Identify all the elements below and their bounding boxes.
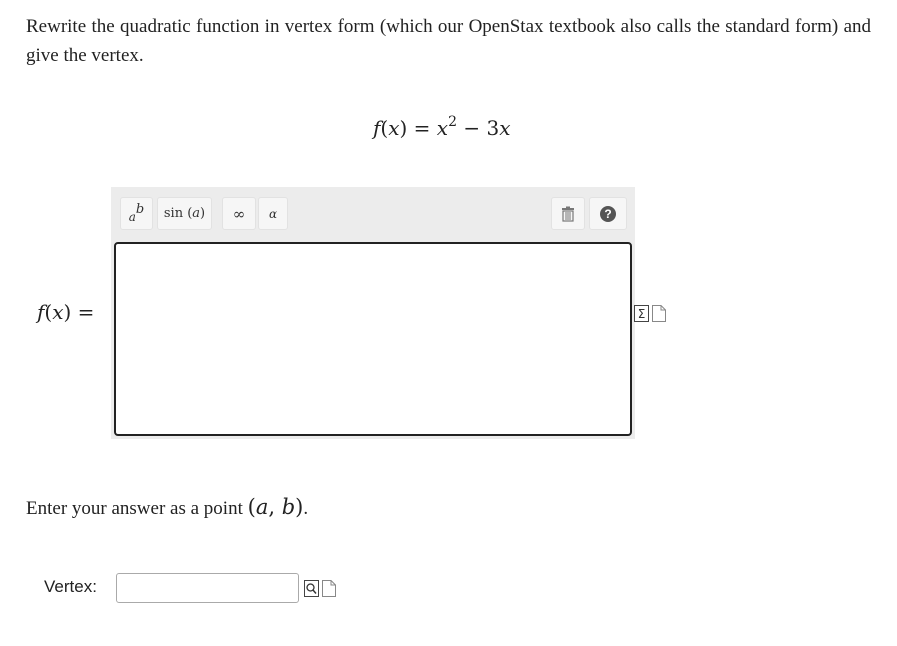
quadratic-variable: x bbox=[436, 116, 449, 140]
preview-icon[interactable] bbox=[304, 580, 319, 597]
point-b: b bbox=[281, 495, 296, 519]
infinity-button[interactable]: ∞ bbox=[222, 197, 256, 230]
linear-coefficient: 3 bbox=[486, 116, 500, 140]
vertex-tools bbox=[304, 580, 336, 597]
answer-label: f(x) = bbox=[37, 300, 95, 324]
vertex-input[interactable] bbox=[116, 573, 299, 603]
question-prompt: Rewrite the quadratic function in vertex… bbox=[26, 16, 871, 66]
instruction-sentence: Enter your answer as a point bbox=[26, 498, 248, 519]
vertex-label: Vertex: bbox=[44, 577, 97, 596]
math-editor: ab sin (a) ∞ α ? bbox=[111, 187, 635, 439]
answer-label-variable: x bbox=[52, 300, 64, 324]
sin-button[interactable]: sin (a) bbox=[157, 197, 212, 230]
document-icon[interactable] bbox=[322, 580, 336, 597]
answer-tools: Σ bbox=[634, 305, 666, 322]
function-display: f(x) = x2 − 3x bbox=[373, 114, 511, 140]
linear-variable: x bbox=[499, 116, 511, 140]
function-answer-input[interactable] bbox=[114, 242, 632, 436]
exponent: 2 bbox=[448, 114, 457, 130]
function-variable: x bbox=[388, 116, 400, 140]
document-icon[interactable] bbox=[652, 305, 666, 322]
equation-preview-icon[interactable]: Σ bbox=[634, 305, 649, 322]
point-format: (a, b) bbox=[247, 495, 304, 519]
editor-toolbar: ab sin (a) ∞ α ? bbox=[111, 187, 635, 239]
trash-icon bbox=[562, 206, 574, 222]
help-icon: ? bbox=[600, 205, 616, 222]
alpha-button[interactable]: α bbox=[258, 197, 288, 230]
clear-button[interactable] bbox=[551, 197, 585, 230]
minus-sign: − bbox=[456, 116, 487, 140]
instruction-text: Enter your answer as a point (a, b). bbox=[26, 495, 309, 519]
sin-argument: a bbox=[192, 206, 201, 221]
point-a: a bbox=[255, 495, 269, 519]
power-base: a bbox=[128, 210, 136, 224]
svg-text:Σ: Σ bbox=[638, 307, 646, 321]
exponent-button[interactable]: ab bbox=[120, 197, 153, 230]
help-button[interactable]: ? bbox=[589, 197, 627, 230]
sin-label: sin bbox=[163, 206, 184, 221]
power-exponent: b bbox=[135, 202, 145, 217]
